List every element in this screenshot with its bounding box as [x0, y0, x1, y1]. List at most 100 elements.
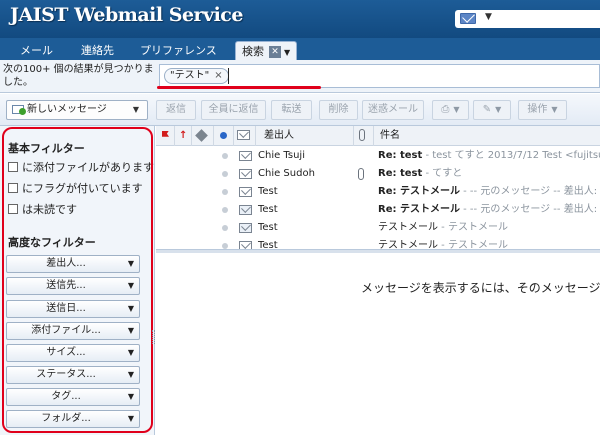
sidebar-resize-handle[interactable] — [152, 330, 155, 344]
subject-text: テストメール — [378, 222, 438, 233]
reply-button[interactable]: 返信 — [156, 100, 196, 120]
attachment-icon — [358, 168, 364, 180]
new-message-button[interactable]: 新しいメッセージ ▼ — [6, 100, 148, 120]
row-subject: Re: テストメール - -- 元のメッセージ -- 差出人: 'Te — [378, 183, 600, 201]
close-icon[interactable]: ✕ — [269, 46, 281, 58]
close-icon[interactable]: × — [214, 70, 222, 81]
account-menu[interactable]: ▼ — [455, 10, 600, 28]
subject-preview: - てすと — [422, 168, 463, 179]
row-sender: Test — [258, 222, 278, 233]
new-message-label: 新しいメッセージ — [27, 104, 107, 115]
read-status-icon[interactable] — [222, 171, 228, 177]
actions-label: 操作 — [527, 104, 548, 115]
read-status-icon[interactable] — [222, 225, 228, 231]
subject-text: Re: test — [378, 150, 423, 161]
new-mail-icon — [12, 104, 26, 115]
tab-search[interactable]: 検索 ✕ ▼ — [235, 41, 298, 60]
priority-arrow-icon: ↑ — [179, 130, 188, 141]
search-input[interactable]: "テスト" × — [159, 64, 600, 88]
column-subject[interactable]: 件名 — [374, 126, 600, 146]
subject-preview: - test てすと 2013/7/12 Test <fujitsu_mte — [425, 150, 600, 161]
subject-preview: - -- 元のメッセージ -- 差出人: 'Te — [459, 204, 600, 215]
reading-pane: メッセージを表示するには、そのメッセージを — [156, 253, 600, 435]
subject-text: Re: test — [378, 168, 423, 179]
tab-contacts[interactable]: 連絡先 — [75, 41, 120, 60]
column-attachment[interactable] — [354, 126, 374, 146]
actions-button[interactable]: 操作 ▼ — [518, 100, 567, 120]
app-header: JAIST Webmail Service ▼ — [0, 0, 600, 38]
printer-icon: ⎙ — [441, 104, 450, 115]
subject-preview: - テストメール — [438, 222, 508, 233]
envelope-icon — [239, 187, 252, 197]
row-sender: Test — [258, 240, 278, 249]
read-status-icon[interactable] — [222, 207, 228, 213]
chevron-down-icon: ▼ — [551, 105, 558, 114]
flag-icon — [162, 130, 169, 137]
row-subject: Re: test - test てすと 2013/7/12 Test <fuji… — [378, 147, 600, 165]
chevron-down-icon: ▼ — [453, 105, 460, 114]
search-result-count: 次の100+ 個の結果が見つかりました。 — [3, 64, 154, 88]
row-sender: Test — [258, 186, 278, 197]
tab-search-label: 検索 — [242, 45, 264, 58]
row-sender: Test — [258, 204, 278, 215]
filter-highlight-outline — [2, 127, 153, 433]
row-subject: Re: test - てすと — [378, 165, 600, 183]
text-cursor — [228, 68, 229, 84]
tag-icon — [195, 128, 208, 142]
mail-icon — [460, 13, 476, 24]
print-button[interactable]: ⎙ ▼ — [432, 100, 469, 120]
app-tabs: メール 連絡先 プリファレンス 検索 ✕ ▼ — [0, 38, 600, 60]
unread-dot-icon — [220, 131, 227, 139]
read-status-icon[interactable] — [222, 153, 228, 159]
row-subject: Re: テストメール - -- 元のメッセージ -- 差出人: 'Te — [378, 201, 600, 219]
reading-pane-hint: メッセージを表示するには、そのメッセージを — [361, 281, 600, 295]
envelope-reply-icon — [239, 223, 252, 233]
column-read[interactable] — [214, 126, 234, 146]
column-flag[interactable] — [156, 126, 175, 146]
table-row[interactable]: Test Re: テストメール - -- 元のメッセージ -- 差出人: 'Te — [156, 183, 600, 201]
tag-icon: ✎ — [482, 104, 492, 115]
message-list-header: ↑ 差出人 件名 — [156, 126, 600, 146]
delete-button[interactable]: 削除 — [319, 100, 358, 120]
row-sender: Chie Sudoh — [258, 168, 315, 179]
reply-all-button[interactable]: 全員に返信 — [201, 100, 266, 120]
chevron-down-icon: ▼ — [485, 12, 492, 22]
chevron-down-icon[interactable]: ▼ — [133, 105, 139, 114]
envelope-icon — [239, 151, 252, 161]
envelope-icon — [237, 130, 250, 140]
subject-text: Re: テストメール — [378, 186, 460, 197]
table-row[interactable]: Test Re: テストメール - -- 元のメッセージ -- 差出人: 'Te — [156, 201, 600, 219]
table-row[interactable]: Test テストメール - テストメール — [156, 219, 600, 237]
tab-mail[interactable]: メール — [14, 41, 59, 60]
table-row[interactable]: Chie Sudoh Re: test - てすと — [156, 165, 600, 183]
spam-button[interactable]: 迷惑メール — [362, 100, 424, 120]
column-tag[interactable] — [192, 126, 214, 146]
subject-preview: - テストメール — [438, 240, 508, 249]
column-sender[interactable]: 差出人 — [256, 126, 354, 146]
forward-button[interactable]: 転送 — [271, 100, 312, 120]
table-row[interactable]: Test テストメール - テストメール — [156, 237, 600, 249]
tab-preferences[interactable]: プリファレンス — [134, 41, 223, 60]
chevron-down-icon: ▼ — [495, 105, 502, 114]
column-status[interactable] — [234, 126, 256, 146]
app-title: JAIST Webmail Service — [10, 4, 243, 26]
search-token-label: "テスト" — [170, 70, 210, 81]
attachment-icon — [359, 129, 365, 141]
highlight-underline — [157, 86, 321, 89]
tag-button[interactable]: ✎ ▼ — [473, 100, 511, 120]
message-list: Chie Tsuji Re: test - test てすと 2013/7/12… — [156, 147, 600, 249]
table-row[interactable]: Chie Tsuji Re: test - test てすと 2013/7/12… — [156, 147, 600, 165]
envelope-icon — [239, 169, 252, 179]
envelope-open-icon — [239, 205, 252, 215]
row-subject: テストメール - テストメール — [378, 237, 600, 249]
column-priority[interactable]: ↑ — [175, 126, 192, 146]
chevron-down-icon[interactable]: ▼ — [284, 48, 290, 57]
subject-text: テストメール — [378, 240, 438, 249]
row-sender: Chie Tsuji — [258, 150, 305, 161]
row-subject: テストメール - テストメール — [378, 219, 600, 237]
search-token[interactable]: "テスト" × — [164, 68, 229, 84]
read-status-icon[interactable] — [222, 189, 228, 195]
subject-preview: - -- 元のメッセージ -- 差出人: 'Te — [459, 186, 600, 197]
envelope-icon — [239, 241, 252, 249]
subject-text: Re: テストメール — [378, 204, 460, 215]
